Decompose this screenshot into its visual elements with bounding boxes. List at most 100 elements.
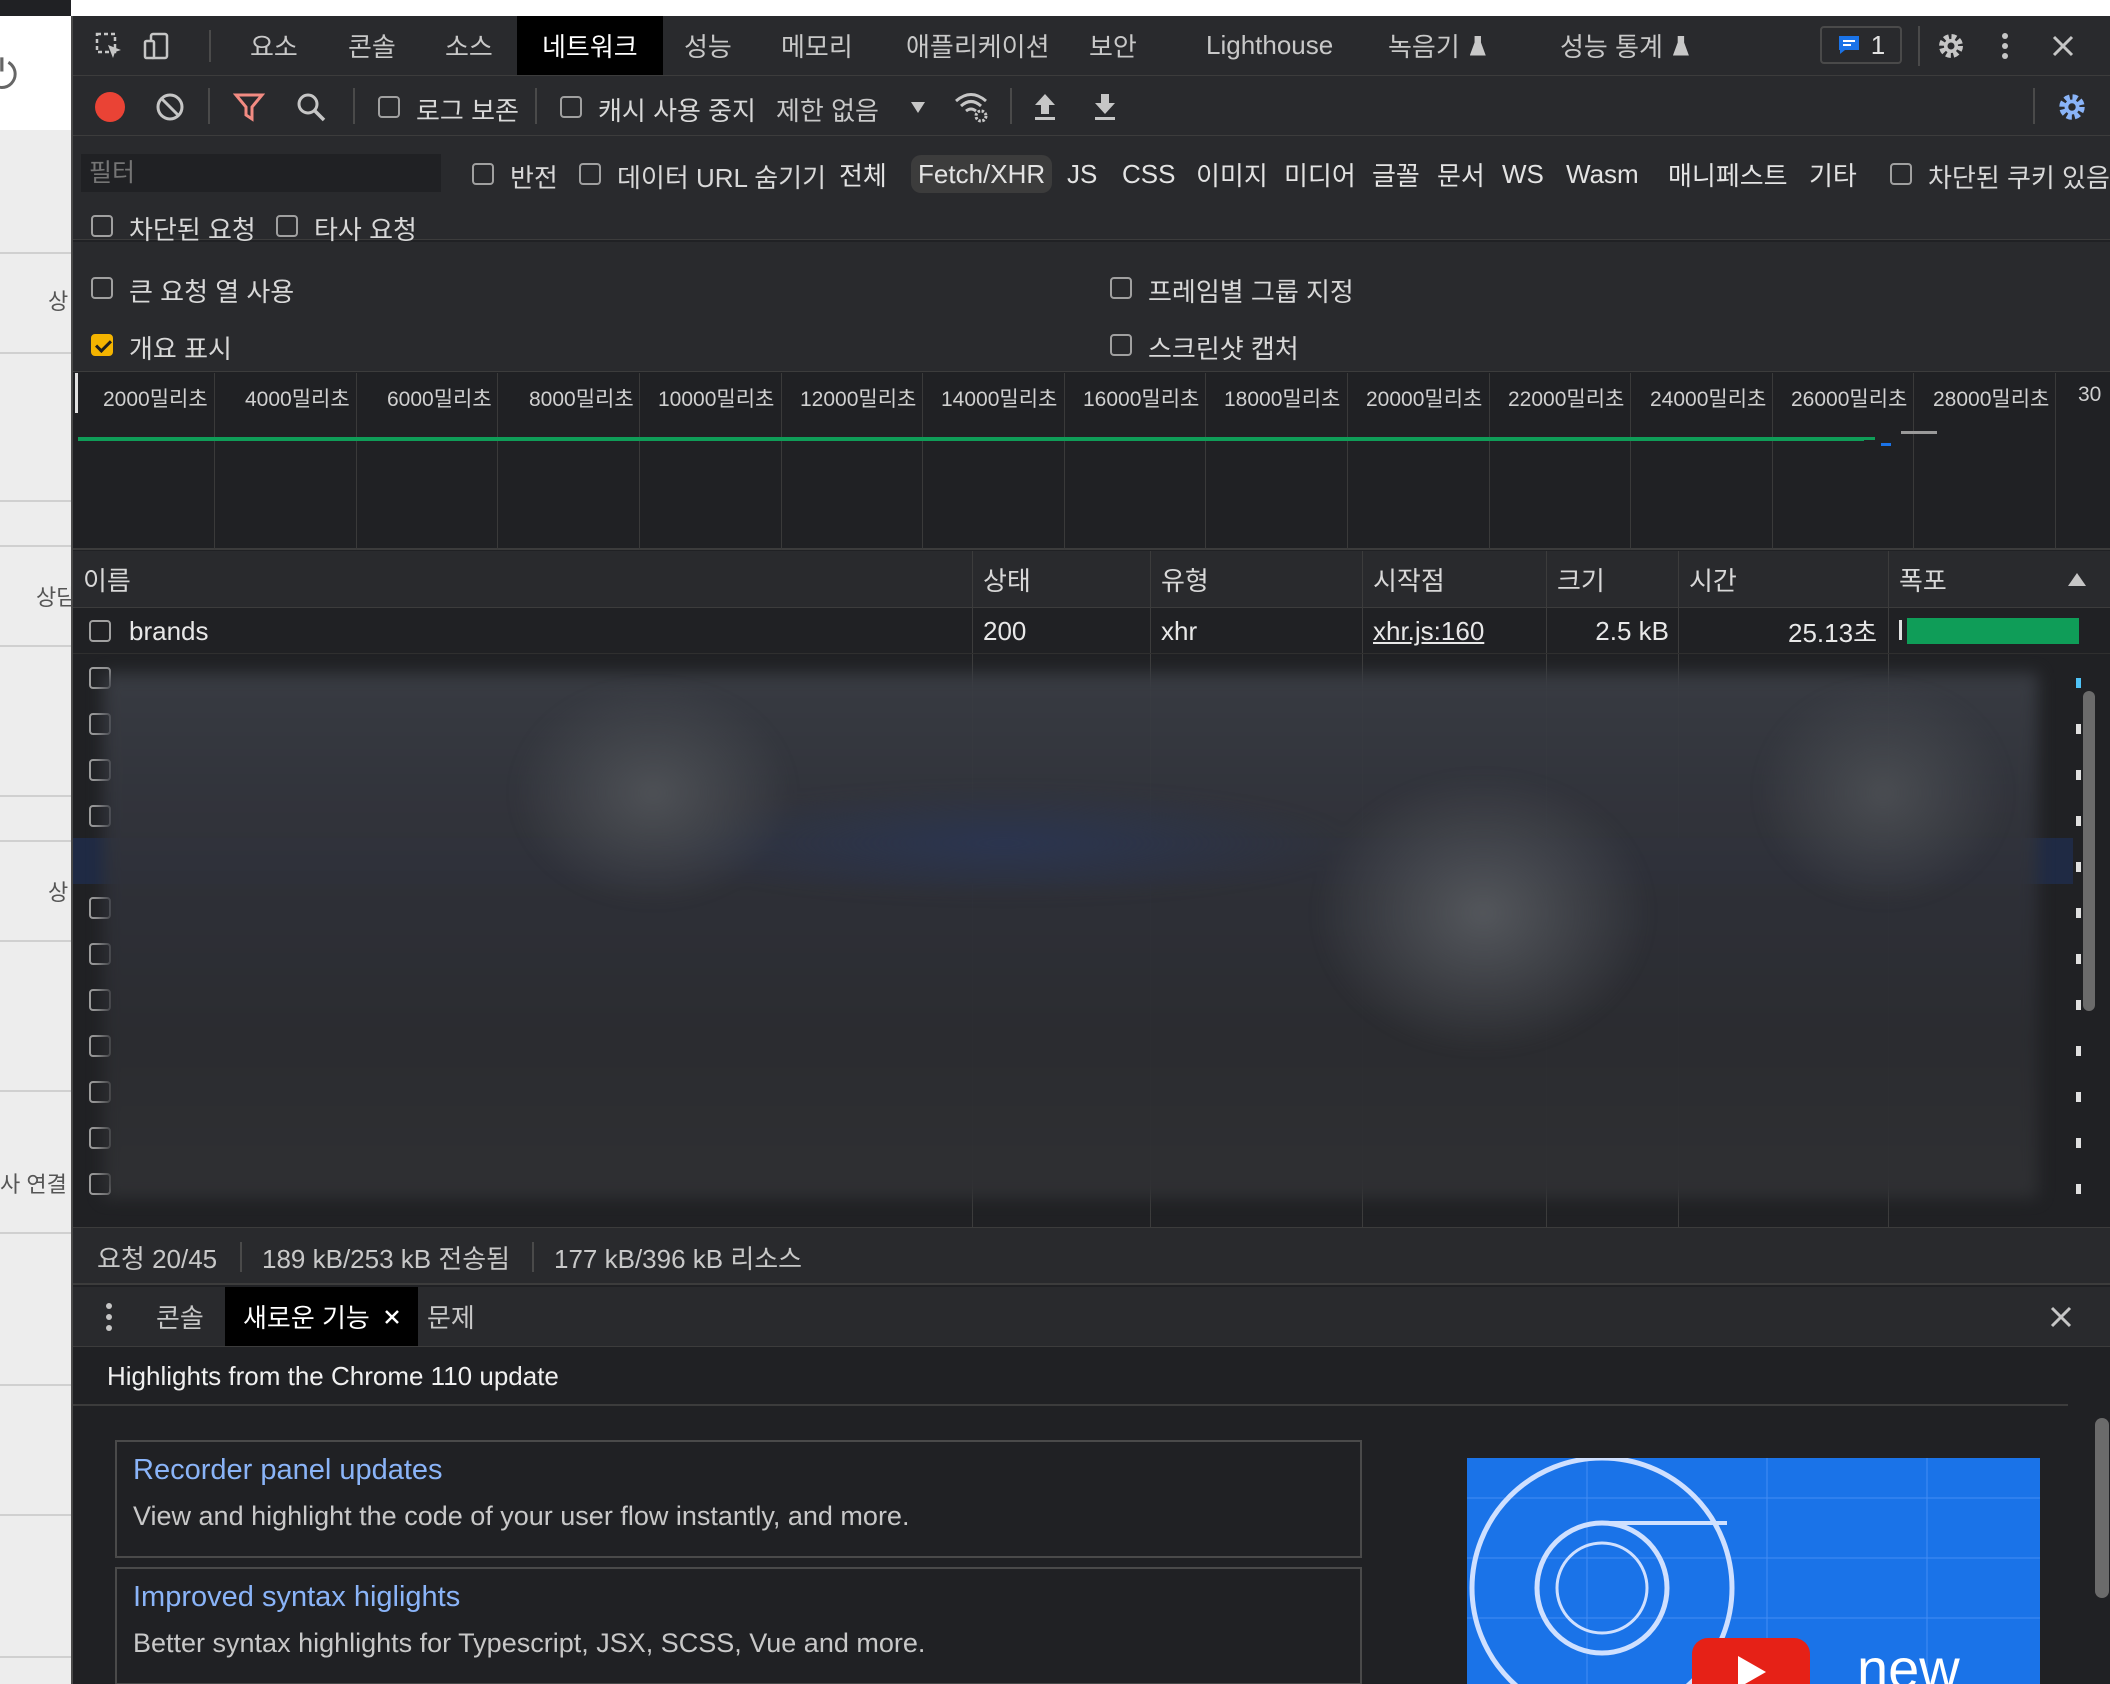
overview-tick-label: 2000밀리초 [103,388,208,411]
export-har-icon[interactable] [1091,90,1119,122]
tab-console[interactable]: 콘솔 [323,16,421,75]
throttling-select[interactable]: 제한 없음 [776,91,879,128]
row-checkbox[interactable] [89,620,111,642]
tab-security[interactable]: 보안 [1064,16,1162,75]
close-drawer-icon[interactable] [2049,1305,2073,1329]
column-type[interactable]: 유형 [1151,551,1361,608]
column-status[interactable]: 상태 [973,551,1149,608]
inspect-element-icon[interactable] [93,30,125,62]
invert-label: 반전 [510,163,558,193]
experiment-flask-icon [1672,35,1689,56]
device-toolbar-icon[interactable] [141,30,173,62]
drawer-tab-issues[interactable]: 문제 [409,1287,493,1346]
filter-icon[interactable] [232,91,266,123]
whats-new-scrollbar[interactable] [2095,1418,2109,1598]
settings-gear-icon[interactable] [1935,30,1967,62]
filter-type-ws[interactable]: WS [1495,155,1551,193]
feature-card-title[interactable]: Recorder panel updates [133,1454,1344,1487]
network-conditions-icon[interactable] [953,89,991,123]
page-divider [0,545,71,547]
blocked-cookies-checkbox[interactable] [1890,163,1912,185]
drawer-menu-icon[interactable] [105,1301,113,1333]
filter-type-doc[interactable]: 문서 [1430,155,1492,193]
close-tab-icon[interactable] [384,1309,400,1325]
feature-card-title[interactable]: Improved syntax higlights [133,1581,1344,1614]
filter-type-image[interactable]: 이미지 [1189,155,1275,193]
youtube-play-icon[interactable] [1692,1638,1810,1684]
waterfall-mark [2076,1138,2081,1148]
overview-tick-label: 24000밀리초 [1650,388,1767,411]
request-table: 이름 상태 유형 시작점 크기 시간 폭포 brands 200 xhr xhr… [73,551,2110,1227]
tab-recorder[interactable]: 녹음기 [1363,16,1511,75]
filter-type-js[interactable]: JS [1060,155,1104,193]
filter-type-css[interactable]: CSS [1115,155,1182,193]
big-request-rows-checkbox[interactable] [91,277,113,299]
filter-type-manifest[interactable]: 매니페스트 [1661,155,1795,193]
tab-performance[interactable]: 성능 [659,16,757,75]
close-devtools-icon[interactable] [2047,30,2079,62]
waterfall-mark [2076,1046,2081,1056]
sort-ascending-icon[interactable] [2068,573,2086,586]
column-size[interactable]: 크기 [1547,551,1677,608]
overview-request-bar [78,437,1864,441]
record-icon[interactable] [95,92,125,122]
page-text-fragment: 사 연결 [0,1172,67,1197]
more-options-icon[interactable] [1989,30,2021,62]
feature-card-description: View and highlight the code of your user… [133,1501,910,1531]
filter-type-other[interactable]: 기타 [1802,155,1864,193]
filter-type-all[interactable]: 전체 [832,155,894,193]
capture-screenshots-checkbox[interactable] [1110,334,1132,356]
play-triangle-icon [1738,1656,1766,1684]
show-overview-checkbox[interactable] [91,334,113,356]
power-icon[interactable]: ⏻ [0,52,18,98]
tab-network[interactable]: 네트워크 [517,16,663,75]
filter-type-fetch-xhr[interactable]: Fetch/XHR [911,155,1053,193]
group-by-frame-checkbox[interactable] [1110,277,1132,299]
third-party-checkbox[interactable] [276,215,298,237]
request-initiator-link[interactable]: xhr.js:160 [1373,608,1484,654]
whats-new-video-thumbnail[interactable]: new [1467,1458,2040,1684]
waterfall-mark [2076,1184,2081,1194]
column-name[interactable]: 이름 [73,551,971,608]
tab-lighthouse[interactable]: Lighthouse [1181,16,1358,75]
filter-type-wasm[interactable]: Wasm [1559,155,1646,193]
table-row[interactable]: brands 200 xhr xhr.js:160 2.5 kB 25.13초 [73,608,2110,654]
issues-badge[interactable]: 1 [1820,26,1902,64]
tab-elements[interactable]: 요소 [225,16,323,75]
table-scrollbar[interactable] [2083,691,2095,1011]
import-har-icon[interactable] [1031,90,1059,122]
filter-input[interactable] [81,154,441,192]
overview-gridline [1913,373,1914,550]
filter-type-media[interactable]: 미디어 [1277,155,1363,193]
blocked-cookies-label: 차단된 쿠키 있음 [1928,163,2110,193]
blocked-requests-checkbox[interactable] [91,215,113,237]
waterfall-mark [2076,1000,2081,1010]
column-waterfall[interactable]: 폭포 [1889,551,2059,608]
feature-card[interactable]: Improved syntax higlights Better syntax … [115,1567,1362,1684]
hide-data-urls-checkbox[interactable] [579,163,601,185]
drawer-tab-whats-new[interactable]: 새로운 기능 [225,1287,418,1346]
overview-left-handle[interactable] [75,373,78,413]
tab-application[interactable]: 애플리케이션 [881,16,1075,75]
network-settings-icon[interactable] [2055,90,2089,124]
filter-type-font[interactable]: 글꼴 [1365,155,1427,193]
column-time[interactable]: 시간 [1679,551,1887,608]
drawer-tab-console[interactable]: 콘솔 [138,1287,222,1346]
tab-performance-insights[interactable]: 성능 통계 [1535,16,1714,75]
tab-sources[interactable]: 소스 [420,16,518,75]
feature-card[interactable]: Recorder panel updates View and highligh… [115,1440,1362,1558]
search-icon[interactable] [295,91,327,123]
clear-icon[interactable] [155,92,185,122]
divider [353,88,355,124]
overview-timeline[interactable]: 2000밀리초 4000밀리초 6000밀리초 8000밀리초 10000밀리초… [73,373,2110,550]
tab-memory[interactable]: 메모리 [756,16,878,75]
disable-cache-checkbox[interactable] [560,96,582,118]
request-type: xhr [1161,615,1198,646]
page-divider [0,1232,71,1234]
overview-gridline [781,373,782,550]
invert-checkbox[interactable] [472,163,494,185]
request-name[interactable]: brands [129,608,209,654]
preserve-log-checkbox[interactable] [378,96,400,118]
chevron-down-icon[interactable] [911,102,925,113]
column-initiator[interactable]: 시작점 [1363,551,1545,608]
